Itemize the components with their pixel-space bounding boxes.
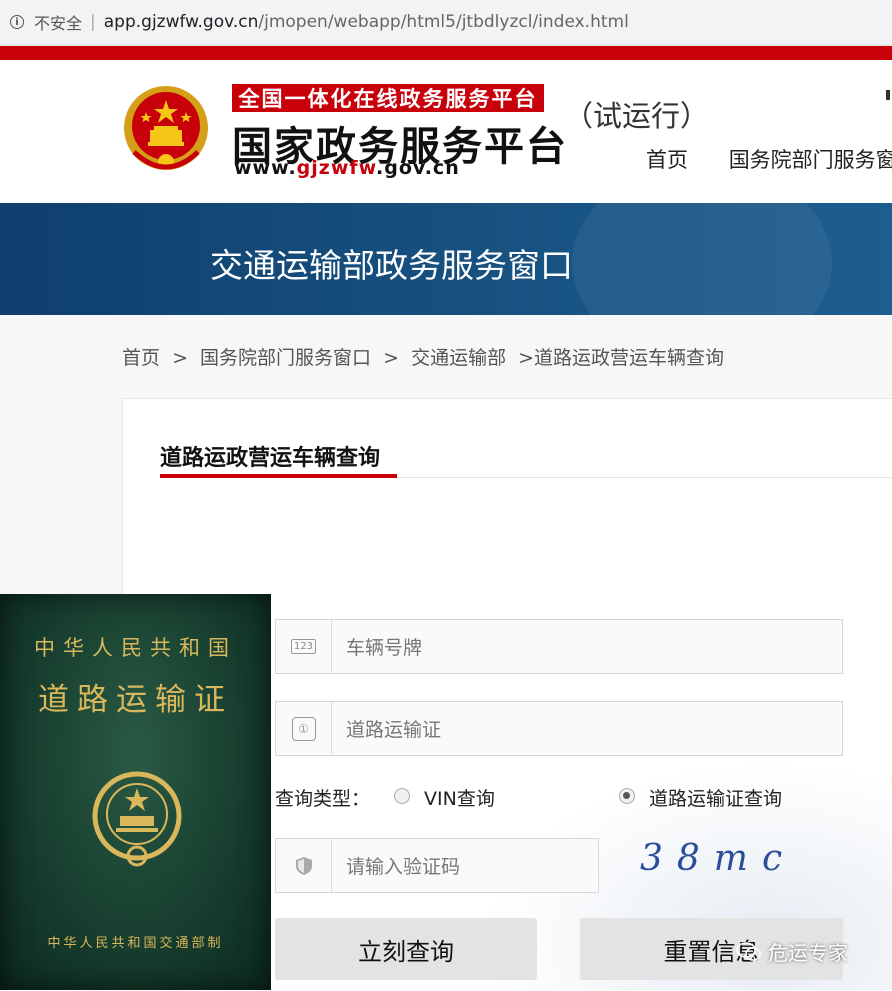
license-number-icon: ① — [291, 716, 316, 741]
url-path: /jmopen/webapp/html5/jtbdlyzcl/index.htm… — [258, 12, 629, 32]
captcha-placeholder: 请输入验证码 — [346, 856, 461, 878]
radio-license[interactable] — [619, 788, 635, 804]
captcha-image[interactable]: 38mc — [640, 838, 796, 879]
top-navigation: 首页 国务院部门服务窗口 — [646, 144, 892, 174]
address-separator: | — [90, 12, 96, 32]
nav-state-council-windows[interactable]: 国务院部门服务窗口 — [729, 148, 892, 172]
logo-url: www.gjzwfw.gov.cn — [234, 157, 460, 179]
department-banner: 交通运输部政务服务窗口 — [0, 203, 892, 315]
logo-url-red: gjzwfw — [296, 157, 376, 179]
wechat-icon — [736, 941, 761, 961]
license-icon-cell: ① — [276, 702, 332, 755]
insecure-label: 不安全 — [34, 14, 83, 33]
plate-icon-cell: 123 — [276, 620, 332, 673]
nav-home[interactable]: 首页 — [646, 148, 688, 172]
plate-placeholder: 车辆号牌 — [346, 637, 423, 659]
breadcrumb-home[interactable]: 首页 — [122, 347, 160, 369]
url-domain: app.gjzwfw.gov.cn — [103, 12, 259, 32]
title-rule — [397, 477, 892, 478]
breadcrumb-ministry[interactable]: 交通运输部 — [411, 347, 506, 369]
transport-certificate-photo: 中华人民共和国 道路运输证 中华人民共和国交通部制 — [0, 594, 271, 990]
breadcrumb-current: >道路运政营运车辆查询 — [518, 347, 725, 369]
number-123-icon: 123 — [290, 639, 317, 654]
national-emblem-icon — [124, 86, 208, 170]
browser-address-bar[interactable]: i 不安全 | app.gjzwfw.gov.cn /jmopen/webapp… — [0, 0, 892, 44]
certificate-main-text: 道路运输证 — [38, 682, 233, 718]
plate-number-input[interactable]: 123 车辆号牌 — [275, 619, 843, 674]
radio-vin[interactable] — [394, 788, 410, 804]
breadcrumb-separator: > — [383, 347, 400, 369]
top-red-bar — [0, 44, 892, 60]
breadcrumb-state-council[interactable]: 国务院部门服务窗口 — [200, 347, 371, 369]
title-underline — [160, 474, 397, 478]
license-placeholder: 道路运输证 — [346, 719, 442, 741]
transport-license-input[interactable]: ① 道路运输证 — [275, 701, 843, 756]
radio-vin-label[interactable]: VIN查询 — [424, 784, 495, 811]
query-button[interactable]: 立刻查询 — [275, 918, 537, 980]
banner-title: 交通运输部政务服务窗口 — [210, 246, 573, 285]
wechat-watermark: 危运专家 — [736, 937, 848, 966]
trial-label: （试运行） — [564, 99, 710, 133]
certificate-bottom-text: 中华人民共和国交通部制 — [47, 936, 224, 951]
gold-emblem-icon — [92, 771, 182, 867]
certificate-top-text: 中华人民共和国 — [34, 636, 237, 660]
radio-license-label[interactable]: 道路运输证查询 — [649, 784, 782, 811]
query-type-label: 查询类型： — [275, 788, 371, 810]
header-edge-mark — [886, 90, 890, 100]
logo-red-banner: 全国一体化在线政务服务平台 — [232, 84, 544, 112]
site-header: 全国一体化在线政务服务平台 国家政务服务平台 www.gjzwfw.gov.cn… — [0, 60, 892, 203]
captcha-input[interactable]: 请输入验证码 — [275, 838, 599, 893]
captcha-icon-cell — [276, 839, 332, 892]
watermark-text: 危运专家 — [768, 941, 848, 965]
shield-icon — [295, 856, 312, 875]
breadcrumb: 首页 > 国务院部门服务窗口 > 交通运输部 >道路运政营运车辆查询 — [122, 343, 730, 370]
info-icon[interactable]: i — [10, 15, 24, 29]
breadcrumb-separator: > — [172, 347, 188, 369]
logo-url-suffix: .gov.cn — [376, 157, 460, 179]
logo-url-prefix: www. — [234, 157, 297, 179]
banner-glow — [572, 203, 832, 315]
form-title: 道路运政营运车辆查询 — [160, 446, 381, 471]
